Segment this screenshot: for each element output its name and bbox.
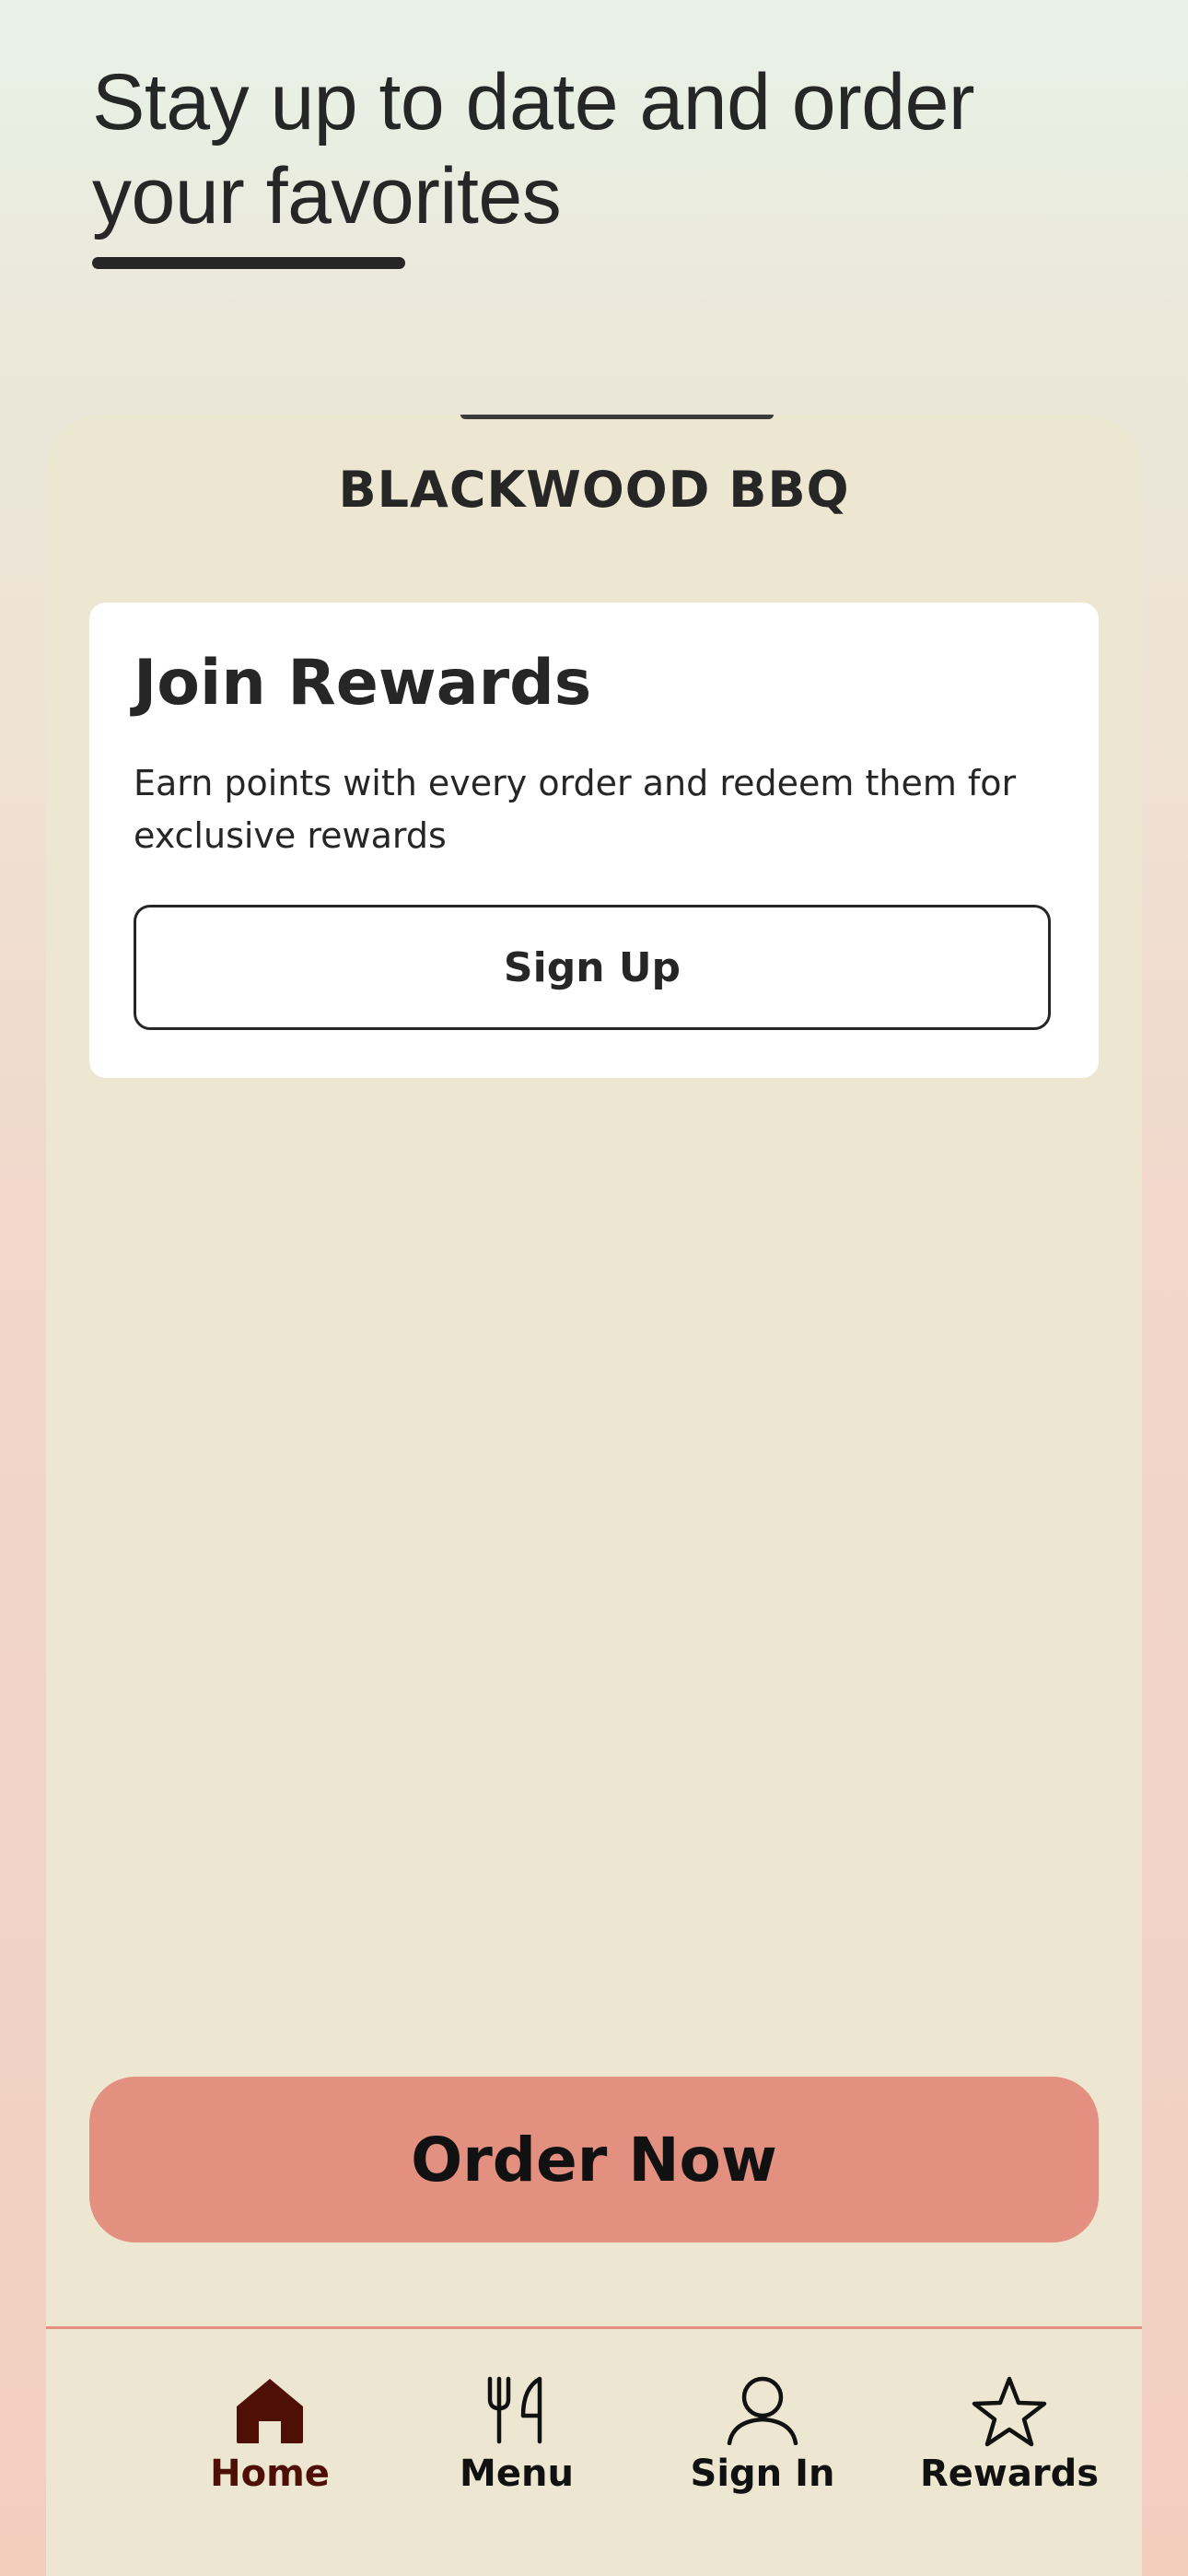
tab-bar: Home Menu Sign In Rewards	[46, 2329, 1142, 2576]
home-icon	[237, 2379, 303, 2443]
tab-sign-in[interactable]: Sign In	[639, 2329, 886, 2513]
star-icon	[972, 2376, 1047, 2447]
tab-rewards-label: Rewards	[919, 2453, 1100, 2495]
tab-home[interactable]: Home	[146, 2329, 393, 2513]
rewards-card: Join Rewards Earn points with every orde…	[89, 603, 1099, 1078]
tab-home-label: Home	[210, 2453, 330, 2495]
tab-menu-label: Menu	[460, 2453, 574, 2495]
rewards-title: Join Rewards	[134, 647, 592, 720]
fork-knife-icon	[487, 2376, 542, 2444]
rewards-description: Earn points with every order and redeem …	[134, 763, 1017, 856]
tab-sign-in-label: Sign In	[690, 2453, 835, 2495]
order-now-button[interactable]: Order Now	[89, 2077, 1099, 2242]
tab-rewards[interactable]: Rewards	[886, 2329, 1133, 2513]
tab-menu[interactable]: Menu	[393, 2329, 640, 2513]
app-screen: BLACKWOOD BBQ Join Rewards Earn points w…	[46, 415, 1142, 2576]
headline-underline	[92, 257, 405, 269]
sign-up-button[interactable]: Sign Up	[134, 905, 1051, 1030]
promo-headline: Stay up to date and order your favorites	[92, 58, 975, 240]
device-notch	[460, 415, 774, 419]
person-icon	[727, 2376, 798, 2445]
brand-logo: BLACKWOOD BBQ	[338, 461, 850, 519]
